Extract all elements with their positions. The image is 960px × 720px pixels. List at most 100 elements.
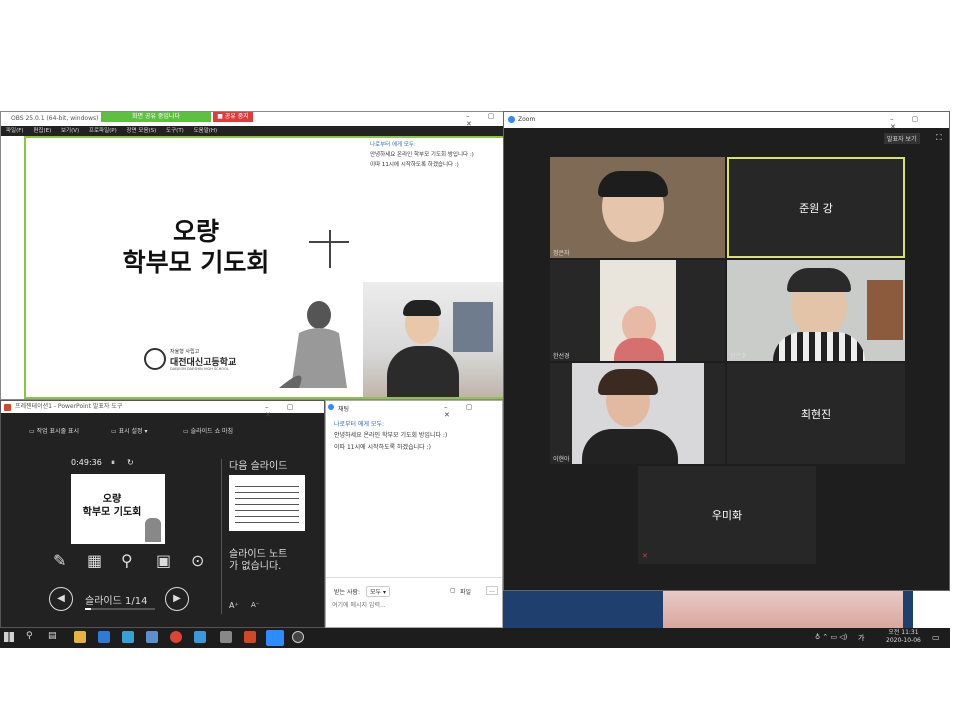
ime-language[interactable]: 가	[858, 633, 864, 643]
show-taskbar-button[interactable]: ▭ 작업 표시줄 표시	[29, 426, 79, 435]
participant-body	[614, 338, 664, 361]
cross-icon	[329, 230, 331, 268]
participant-body	[773, 332, 865, 361]
file-explorer-icon[interactable]	[74, 631, 86, 643]
menu-view[interactable]: 보기(V)	[61, 128, 79, 134]
font-increase-icon[interactable]: A⁺	[229, 601, 239, 610]
slide-progress-track	[85, 608, 155, 610]
edge-icon[interactable]	[98, 631, 110, 643]
overlay-chat-from: 나로부터 에게 모두:	[370, 142, 416, 148]
tray-icons[interactable]: ♁ ⌃ ▭ ◁)	[815, 633, 847, 641]
screen-share-badge: 화면 공유 중입니다	[101, 112, 211, 122]
participant-tile[interactable]: 한선경	[550, 260, 725, 361]
pen-icon[interactable]: ✎	[53, 551, 66, 570]
participant-name: 정은자	[553, 250, 570, 257]
menu-scene-collection[interactable]: 장면 모음(S)	[127, 128, 157, 134]
display-settings-button[interactable]: ▭ 표시 설정 ▾	[111, 426, 148, 435]
zoom-title: Zoom	[518, 116, 536, 123]
presenter-body	[387, 346, 459, 397]
font-decrease-icon[interactable]: A⁻	[251, 601, 259, 609]
next-slide-thumbnail[interactable]	[229, 475, 305, 531]
slides-grid-icon[interactable]: ▦	[87, 551, 102, 570]
black-screen-icon[interactable]: ▣	[156, 551, 171, 570]
end-show-button[interactable]: ▭ 슬라이드 쇼 마침	[183, 426, 233, 435]
participant-name: 한선경	[553, 353, 570, 360]
more-icon[interactable]: …	[486, 586, 498, 595]
sheet-music-icon	[235, 481, 299, 525]
slide-title: 오량 학부모 기도회	[122, 217, 270, 278]
reset-icon[interactable]: ↻	[127, 458, 134, 467]
start-icon[interactable]	[4, 632, 14, 642]
participant-name: 장은주	[730, 353, 747, 360]
presenter-hair	[403, 300, 441, 316]
participant-tile[interactable]: 이현아	[550, 363, 725, 464]
task-view-icon[interactable]: ▤	[48, 631, 57, 641]
zoom-taskbar-icon[interactable]	[266, 630, 284, 646]
participant-video	[572, 363, 704, 464]
participant-tile[interactable]: 장은주	[727, 260, 905, 361]
chat-title: 채팅	[338, 406, 350, 413]
zoom-magnifier-icon[interactable]: ⚲	[121, 551, 133, 570]
ppt-logo-icon	[4, 404, 11, 411]
stop-share-button[interactable]: ■ 공유 중지	[213, 112, 253, 122]
prev-slide-button[interactable]: ◀	[49, 587, 73, 611]
chat-divider	[326, 577, 502, 578]
chat-window: 채팅 – ▢ ✕ 나로부터 에게 모두: 안녕하세요 온라인 학부모 기도회 방…	[325, 400, 503, 628]
menu-tools[interactable]: 도구(T)	[166, 128, 184, 134]
zoom-window-controls[interactable]: – ▢ ✕	[890, 115, 949, 131]
school-logo-icon	[144, 348, 166, 370]
taskbar-icon: ▭	[29, 428, 37, 435]
obs-taskbar-icon[interactable]	[292, 631, 304, 643]
file-icon[interactable]: ▢	[450, 587, 456, 594]
participant-body	[582, 429, 678, 464]
menu-profile[interactable]: 프로파일(P)	[89, 128, 117, 134]
fullscreen-icon[interactable]: ⛶	[936, 133, 942, 143]
desktop-panel	[913, 591, 950, 628]
file-button[interactable]: 파일	[460, 587, 471, 596]
timer: 0:49:36	[71, 458, 102, 467]
participant-tile[interactable]: 최현진	[727, 363, 905, 464]
chat-window-controls[interactable]: – ▢ ✕	[444, 403, 502, 419]
more-options-icon[interactable]: ⊙	[191, 551, 204, 570]
desktop-background	[503, 591, 950, 628]
app-icon[interactable]	[122, 631, 134, 643]
pause-icon[interactable]: ⏸	[111, 458, 115, 468]
participant-tile[interactable]: 우미화	[638, 466, 816, 564]
app-icon[interactable]	[194, 631, 206, 643]
search-icon[interactable]: ⚲	[26, 631, 33, 641]
praying-figure-icon	[269, 293, 359, 393]
ppt-window-controls[interactable]: – ▢ ✕	[265, 403, 324, 419]
participant-hair	[787, 268, 851, 292]
speaker-view-button[interactable]: 발표자 보기	[884, 133, 920, 144]
presenter-webcam	[363, 282, 503, 397]
menu-file[interactable]: 파일(F)	[6, 128, 24, 134]
menu-help[interactable]: 도움말(H)	[194, 128, 218, 134]
next-slide-button[interactable]: ▶	[165, 587, 189, 611]
recipient-select[interactable]: 모두 ▾	[366, 586, 390, 597]
obs-preview[interactable]: 오량 학부모 기도회 자율형 사립고 대전대신고등학교 DAEJEON DAES…	[24, 136, 505, 399]
to-label: 받는 사람:	[334, 589, 361, 596]
desktop-window-thumbnail	[663, 591, 903, 628]
chat-from: 나로부터 에게 모두:	[334, 421, 384, 428]
ppt-title: 프레젠테이션1 - PowerPoint 발표자 도구	[15, 403, 123, 410]
display-icon: ▭	[111, 428, 119, 435]
participant-tile[interactable]: 정은자	[550, 157, 725, 258]
menu-edit[interactable]: 편집(E)	[33, 128, 51, 134]
end-icon: ▭	[183, 428, 191, 435]
thumb-figure-icon	[145, 518, 161, 542]
obs-title: OBS 25.0.1 (64-bit, windows) -	[11, 115, 103, 122]
app-icon[interactable]	[146, 631, 158, 643]
cross-bar	[309, 241, 349, 243]
current-slide-thumbnail[interactable]: 오량 학부모 기도회	[71, 474, 165, 544]
chat-message: 안녕하세요 온라인 학부모 기도회 방입니다 :)	[334, 432, 448, 439]
powerpoint-icon[interactable]	[244, 631, 256, 643]
app-icon[interactable]	[220, 631, 232, 643]
chrome-icon[interactable]	[170, 631, 182, 643]
participant-tile-active[interactable]: 준원 강	[727, 157, 905, 258]
notification-icon[interactable]: ▭	[932, 633, 940, 642]
overlay-chat-line: 이따 11시에 시작하도록 하겠습니다 :)	[370, 162, 459, 168]
obs-menubar: 파일(F) 편집(E) 보기(V) 프로파일(P) 장면 모음(S) 도구(T)…	[1, 126, 504, 136]
clock[interactable]: 오전 11:31 2020-10-06	[886, 629, 921, 645]
chat-input[interactable]	[332, 599, 496, 611]
overlay-chat-line: 안녕하세요 온라인 학부모 기도회 방입니다 :)	[370, 152, 474, 158]
